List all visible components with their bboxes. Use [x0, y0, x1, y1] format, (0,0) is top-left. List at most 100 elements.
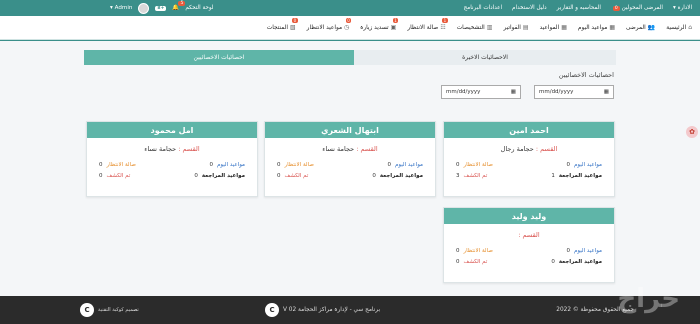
nav-badge: 0 [292, 18, 298, 23]
specialist-card: وليد وليد القسم : مواعيد اليوم 0 صالة الا… [443, 207, 615, 283]
footer: جميع الحقوق محفوظة © 2022 برنامج سي - لإ… [0, 296, 700, 324]
review-appointments-label[interactable]: مواعيد المراجعة [559, 259, 602, 265]
review-appointments-value: 0 [551, 258, 555, 265]
tab-recent-stats[interactable]: الاحصائيات الاخيرة [354, 50, 616, 65]
specialist-dept: القسم : حجامة نساء [265, 145, 435, 153]
products-icon: ▧ [289, 24, 296, 31]
responsible-badge: 0 [612, 6, 620, 11]
waiting-hall-value: 0 [456, 161, 460, 168]
specialist-name: امل محمود [87, 122, 257, 138]
tab-specialist-stats[interactable]: احصائيات الاخصائيين [84, 50, 354, 65]
waiting-hall-label[interactable]: صالة الانتظار [464, 248, 493, 254]
dept-label: القسم : [356, 145, 378, 153]
program-settings-link[interactable]: اعدادات البرنامج [464, 5, 502, 11]
main-navbar: ⌂ الرئيسية 👥 المرضى ▦ مواعيد اليوم ▦ المواعي… [0, 16, 700, 40]
admin-user-menu[interactable]: Admin ▾ [110, 5, 132, 11]
accounts-reports-link[interactable]: المحاسبه و التقارير [557, 5, 601, 11]
review-appointments-label[interactable]: مواعيد المراجعة [202, 173, 245, 179]
nav-products[interactable]: ▧ المنتجات 0 [266, 18, 298, 31]
specialist-card: امل محمود القسم : حجامة نساء مواعيد اليو… [86, 121, 258, 197]
nav-visit-payment[interactable]: ▣ تسديد زيارة 1 [360, 18, 399, 31]
program-name: برنامج سي - لإدارة مراكز الحجامة V 02 [283, 307, 381, 313]
today-appointments-label[interactable]: مواعيد اليوم [574, 248, 602, 254]
designer-logo: C [80, 303, 94, 317]
nav-diagnoses[interactable]: ▥ التشخيصات [457, 24, 493, 31]
section-title: احصائيات الاخصائيين [558, 71, 614, 79]
examined-label[interactable]: تم الكشف [107, 173, 131, 179]
today-appointments-value: 0 [387, 161, 391, 168]
nav-appointments[interactable]: ▦ المواعيد [540, 24, 567, 31]
waiting-hall-label[interactable]: صالة الانتظار [107, 162, 136, 168]
home-icon: ⌂ [688, 24, 692, 31]
nav-waiting-hall[interactable]: ☷ صالة الانتظار 1 [407, 18, 448, 31]
nav-label: مواعيد الانتظار [306, 24, 343, 31]
dept-value: حجامة نساء [144, 145, 177, 153]
nav-invoices[interactable]: ▤ الفواتير [503, 24, 528, 31]
user-guide-link[interactable]: دليل الاستخدام [512, 5, 547, 11]
dashboard-link[interactable]: لوحة التحكم [185, 5, 213, 11]
examined-label[interactable]: تم الكشف [464, 259, 488, 265]
divider [0, 40, 700, 41]
nav-badge: 1 [392, 18, 399, 23]
notification-count[interactable]: +8 [155, 5, 167, 11]
date-from-input[interactable]: mm/dd/yyyy ▦ [534, 85, 614, 99]
nav-label: مواعيد اليوم [577, 24, 608, 31]
nav-patients[interactable]: 👥 المرضى [626, 24, 655, 31]
examined-value: 0 [456, 258, 460, 265]
nav-waiting-appointments[interactable]: ◷ مواعيد الانتظار 0 [306, 18, 352, 31]
nav-label: تسديد زيارة [360, 24, 389, 31]
responsible-patients-link[interactable]: المرضى المحولين 0 [611, 5, 663, 11]
bell-badge: 5 [178, 1, 186, 6]
invoice-icon: ▤ [522, 24, 529, 31]
examined-value: 0 [99, 172, 103, 179]
nav-label: المنتجات [266, 24, 288, 31]
waiting-icon: ☷ [440, 24, 446, 31]
specialist-name: وليد وليد [444, 208, 614, 224]
nav-home[interactable]: ⌂ الرئيسية [666, 24, 692, 31]
dept-value: حجامة رجال [500, 145, 534, 153]
today-appointments-value: 0 [209, 161, 213, 168]
review-appointments-value: 0 [372, 172, 376, 179]
date-placeholder: mm/dd/yyyy [539, 89, 574, 95]
avatar[interactable] [138, 2, 150, 14]
today-appointments-value: 0 [566, 247, 570, 254]
dept-label: القسم : [535, 145, 558, 153]
dept-label: القسم : [518, 231, 540, 239]
specialist-card: احمد امين القسم : حجامة رجال مواعيد اليو… [443, 121, 615, 197]
review-appointments-label[interactable]: مواعيد المراجعة [380, 173, 423, 179]
calendar-icon[interactable]: ▦ [604, 89, 609, 95]
specialist-dept: القسم : حجامة نساء [87, 145, 257, 153]
dept-label: القسم : [178, 145, 200, 153]
nav-label: الفواتير [503, 24, 521, 31]
waiting-hall-label[interactable]: صالة الانتظار [464, 162, 493, 168]
dept-value: حجامة نساء [322, 145, 355, 153]
specialist-card: ابتهال الشعري القسم : حجامة نساء مواعيد … [264, 121, 436, 197]
nav-label: الرئيسية [666, 24, 687, 31]
accessibility-icon[interactable]: ✿ [686, 126, 698, 138]
payment-icon: ▣ [390, 24, 397, 31]
calendar-icon[interactable]: ▦ [511, 89, 516, 95]
review-appointments-value: 0 [194, 172, 198, 179]
users-icon: 👥 [647, 24, 656, 31]
bell-icon[interactable]: 🔔 5 [172, 1, 186, 11]
specialist-name: احمد امين [444, 122, 614, 138]
waiting-hall-value: 0 [456, 247, 460, 254]
examined-label[interactable]: تم الكشف [464, 173, 488, 179]
nav-badge: 1 [442, 18, 448, 23]
date-to-input[interactable]: mm/dd/yyyy ▦ [441, 85, 521, 99]
today-appointments-label[interactable]: مواعيد اليوم [574, 162, 602, 168]
today-appointments-label[interactable]: مواعيد اليوم [395, 162, 423, 168]
specialist-dept: القسم : [444, 231, 614, 239]
today-appointments-label[interactable]: مواعيد اليوم [217, 162, 245, 168]
admin-menu[interactable]: الادارة ▾ [673, 5, 692, 11]
nav-badge: 0 [345, 18, 352, 23]
diagnosis-icon: ▥ [486, 24, 493, 31]
nav-label: صالة الانتظار [407, 24, 439, 31]
waiting-hall-label[interactable]: صالة الانتظار [285, 162, 314, 168]
watermark: حراج [617, 284, 680, 314]
designer-info: تصميم كوكبة التقنية C [80, 303, 139, 317]
review-appointments-label[interactable]: مواعيد المراجعة [559, 173, 602, 179]
nav-label: المواعيد [539, 24, 560, 31]
examined-label[interactable]: تم الكشف [285, 173, 309, 179]
nav-today-appointments[interactable]: ▦ مواعيد اليوم [578, 24, 615, 31]
